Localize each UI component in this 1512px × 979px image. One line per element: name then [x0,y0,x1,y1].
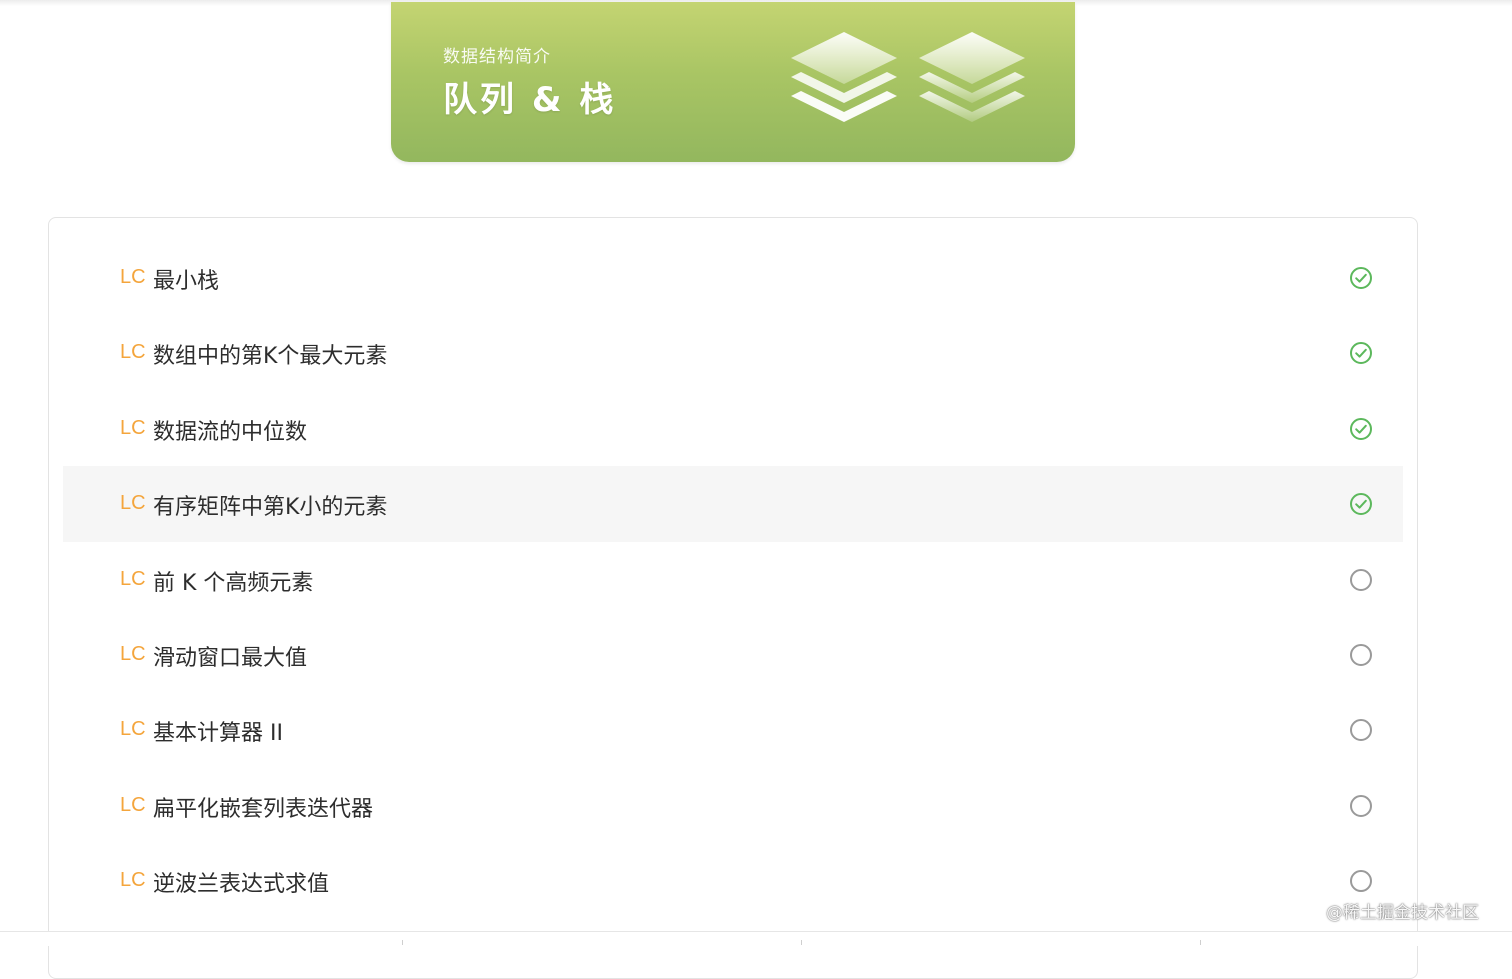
lc-prefix: LC [120,793,146,816]
problem-title[interactable]: 数组中的第K个最大元素 [153,338,387,370]
lc-prefix: LC [120,642,146,665]
lc-prefix: LC [120,492,146,515]
problem-list-card: LC 最小栈 LC 数组中的第K个最大元素 LC 数据流的中位数 LC 有序矩阵… [48,217,1418,979]
problem-row[interactable]: LC 逆波兰表达式求值 [63,843,1403,918]
bottom-divider [0,931,1512,946]
lc-prefix: LC [120,341,146,364]
problem-row[interactable]: LC 滑动窗口最大值 [63,617,1403,692]
problem-row[interactable]: LC 数组中的第K个最大元素 [63,315,1403,390]
empty-circle-icon [1350,794,1372,817]
problem-row[interactable]: LC 数据流的中位数 [63,391,1403,466]
problem-title[interactable]: 逆波兰表达式求值 [153,866,329,898]
problem-row[interactable]: LC 前 K 个高频元素 [63,542,1403,617]
lc-prefix: LC [120,266,146,288]
problem-row[interactable]: LC 扁平化嵌套列表迭代器 [63,768,1403,843]
watermark-text: @稀土掘金技术社区 [1326,903,1479,923]
problem-title[interactable]: 扁平化嵌套列表迭代器 [153,791,373,823]
problem-title[interactable]: 滑动窗口最大值 [153,640,307,672]
problem-title[interactable]: 前 K 个高频元素 [153,565,313,597]
lc-prefix: LC [120,416,146,439]
problem-list: LC 最小栈 LC 数组中的第K个最大元素 LC 数据流的中位数 LC 有序矩阵… [63,240,1403,919]
lc-prefix: LC [120,567,146,590]
problem-title[interactable]: 最小栈 [153,263,219,295]
check-circle-icon [1350,493,1372,516]
topic-banner[interactable]: 数据结构简介 队列 & 栈 [391,2,1075,162]
divider-tick [402,940,403,945]
check-circle-icon [1350,417,1372,440]
empty-circle-icon [1350,643,1372,666]
lc-prefix: LC [120,718,146,741]
empty-circle-icon [1350,719,1372,742]
stacked-layers-icon [791,32,1025,122]
divider-tick [1200,940,1201,945]
problem-row[interactable]: LC 最小栈 [63,240,1403,315]
check-circle-icon [1350,267,1372,289]
banner-subtitle: 数据结构简介 [443,47,551,67]
problem-title[interactable]: 基本计算器 II [153,715,283,747]
problem-row[interactable]: LC 基本计算器 II [63,692,1403,767]
lc-prefix: LC [120,869,146,892]
problem-row-hovered[interactable]: LC 有序矩阵中第K小的元素 [63,466,1403,542]
check-circle-icon [1350,342,1372,365]
banner-title: 队列 & 栈 [443,80,617,120]
problem-title[interactable]: 有序矩阵中第K小的元素 [153,489,387,521]
divider-tick [801,940,802,945]
problem-title[interactable]: 数据流的中位数 [153,414,307,446]
empty-circle-icon [1350,568,1372,591]
empty-circle-icon [1350,870,1372,893]
